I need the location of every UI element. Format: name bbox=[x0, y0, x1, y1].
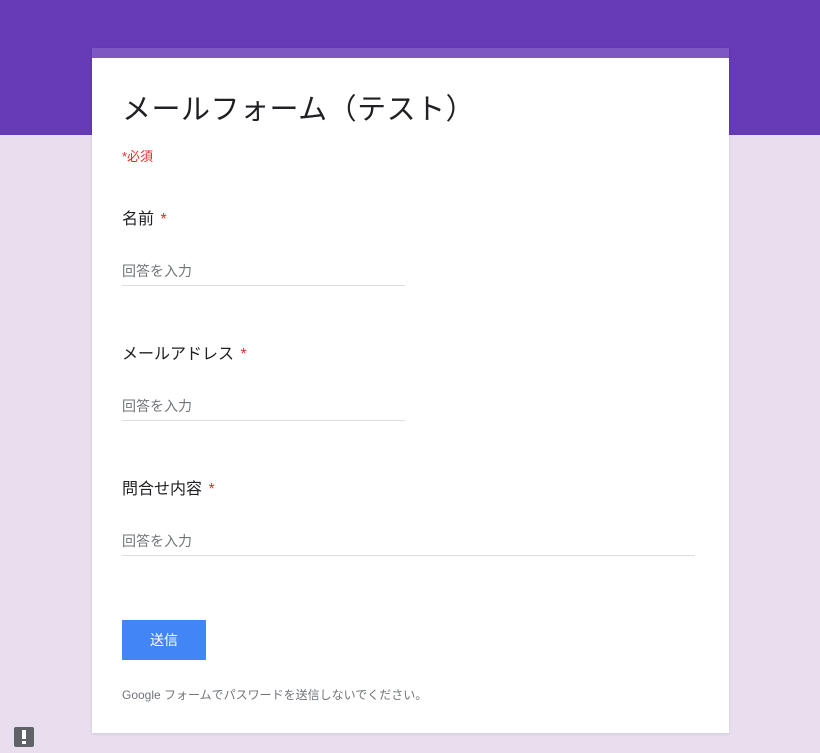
question-inquiry: 問合せ内容 * bbox=[122, 475, 699, 556]
submit-button[interactable]: 送信 bbox=[122, 620, 206, 660]
form-card: メールフォーム（テスト） *必須 名前 * メールアドレス * 問合せ内容 * … bbox=[92, 48, 729, 733]
email-input[interactable] bbox=[122, 394, 405, 421]
inquiry-input[interactable] bbox=[122, 529, 695, 556]
exclamation-icon bbox=[22, 730, 26, 744]
label-text: 名前 bbox=[122, 211, 154, 228]
label-text: 問合せ内容 bbox=[122, 481, 202, 498]
name-input[interactable] bbox=[122, 259, 405, 286]
required-asterisk: * bbox=[160, 211, 166, 228]
required-asterisk: * bbox=[208, 481, 214, 498]
question-email: メールアドレス * bbox=[122, 340, 699, 421]
label-text: メールアドレス bbox=[122, 346, 234, 363]
question-label: 名前 * bbox=[122, 205, 699, 229]
question-label: メールアドレス * bbox=[122, 340, 699, 364]
question-label: 問合せ内容 * bbox=[122, 475, 699, 499]
required-note: *必須 bbox=[122, 146, 699, 165]
form-title: メールフォーム（テスト） bbox=[122, 86, 699, 128]
disclaimer-text: Google フォームでパスワードを送信しないでください。 bbox=[122, 686, 699, 703]
report-button[interactable] bbox=[14, 727, 34, 747]
question-name: 名前 * bbox=[122, 205, 699, 286]
required-asterisk: * bbox=[240, 346, 246, 363]
